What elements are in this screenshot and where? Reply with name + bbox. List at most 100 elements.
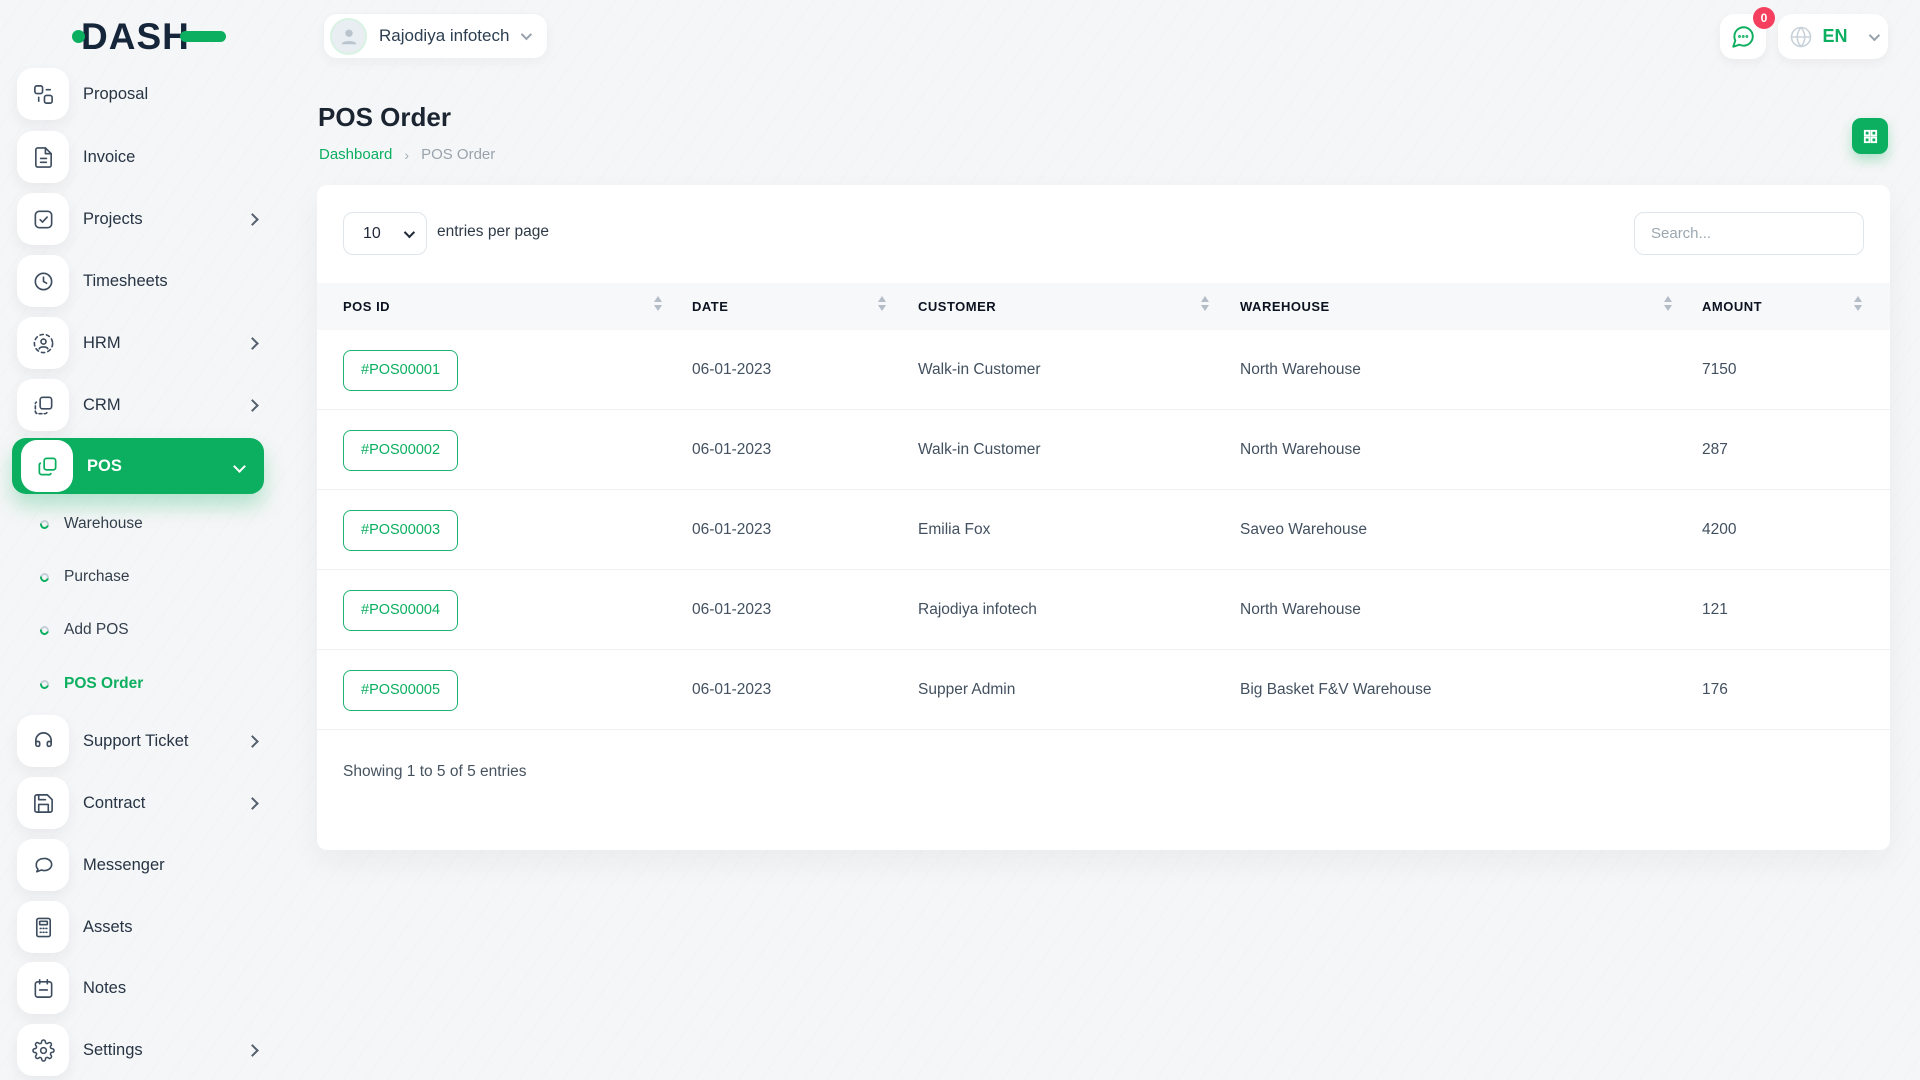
- sort-icon: [878, 296, 886, 311]
- search-input[interactable]: [1634, 212, 1864, 255]
- customer-cell: Walk-in Customer: [918, 361, 1041, 378]
- sidebar-item-label: Projects: [83, 209, 143, 228]
- customer-cell: Supper Admin: [918, 681, 1016, 698]
- sidebar-item-label: Assets: [83, 917, 133, 936]
- sidebar-item-label: Notes: [83, 978, 127, 997]
- chevron-right-icon: [246, 734, 259, 748]
- sidebar-item-settings[interactable]: Settings: [17, 1024, 273, 1076]
- timesheets-icon: [17, 255, 69, 307]
- language-selector[interactable]: EN: [1778, 14, 1888, 59]
- pos-id-link[interactable]: #POS00004: [343, 589, 459, 631]
- support-ticket-icon: [17, 715, 69, 767]
- sidebar-item-support-ticket[interactable]: Support Ticket: [17, 715, 273, 767]
- gear-icon: [17, 1024, 69, 1076]
- crm-icon: [17, 379, 69, 431]
- logo-dash-icon: [179, 31, 226, 42]
- sidebar-item-notes[interactable]: Notes: [17, 962, 273, 1014]
- sidebar-item-contract[interactable]: Contract: [17, 777, 273, 829]
- column-header-customer[interactable]: CUSTOMER: [918, 283, 996, 330]
- sidebar-subitem-label: Purchase: [64, 568, 130, 585]
- customer-cell: Walk-in Customer: [918, 441, 1041, 458]
- sidebar-item-label: Invoice: [83, 147, 136, 166]
- bullet-icon: [38, 570, 51, 584]
- chevron-down-icon: [521, 28, 533, 41]
- chevron-right-icon: [246, 336, 259, 350]
- sidebar-item-label: HRM: [83, 333, 121, 352]
- grid-icon: [1862, 128, 1879, 145]
- date-cell: 06-01-2023: [692, 441, 772, 458]
- proposal-icon: [17, 68, 69, 120]
- sidebar-item-label: Contract: [83, 793, 146, 812]
- breadcrumb-dashboard-link[interactable]: Dashboard: [319, 146, 392, 163]
- sidebar-subitem-label: POS Order: [64, 675, 144, 692]
- sidebar-item-messenger[interactable]: Messenger: [17, 839, 273, 891]
- sidebar-item-assets[interactable]: Assets: [17, 901, 273, 953]
- sidebar-subitem-add-pos[interactable]: Add POS: [38, 613, 260, 647]
- sidebar-item-crm[interactable]: CRM: [17, 379, 273, 431]
- bullet-icon: [38, 677, 51, 691]
- brand-logo[interactable]: DASH: [72, 18, 226, 55]
- amount-cell: 4200: [1702, 521, 1737, 538]
- pos-id-link[interactable]: #POS00005: [343, 669, 459, 711]
- column-header-date[interactable]: DATE: [692, 283, 728, 330]
- avatar: [330, 17, 367, 55]
- chevron-right-icon: [246, 212, 259, 226]
- invoice-icon: [17, 131, 69, 183]
- amount-cell: 176: [1702, 681, 1728, 698]
- chevron-right-icon: [246, 398, 259, 412]
- chevron-down-icon: [403, 226, 416, 238]
- column-header-amount[interactable]: AMOUNT: [1702, 283, 1762, 330]
- assets-icon: [17, 901, 69, 953]
- breadcrumb-separator: ›: [404, 146, 410, 163]
- sidebar-item-proposal[interactable]: Proposal: [17, 68, 273, 120]
- pos-id-link[interactable]: #POS00003: [343, 509, 459, 551]
- amount-cell: 7150: [1702, 361, 1737, 378]
- messenger-icon: [17, 839, 69, 891]
- sidebar-item-invoice[interactable]: Invoice: [17, 131, 273, 183]
- sidebar-item-pos[interactable]: POS: [12, 438, 264, 494]
- pos-icon: [21, 440, 73, 492]
- sidebar-item-timesheets[interactable]: Timesheets: [17, 255, 273, 307]
- pos-order-card: 10 entries per page POS ID DATE CUSTOMER…: [317, 185, 1890, 850]
- sidebar-subitem-purchase[interactable]: Purchase: [38, 560, 260, 594]
- company-selector[interactable]: Rajodiya infotech: [323, 13, 549, 59]
- date-cell: 06-01-2023: [692, 361, 772, 378]
- table-row: #POS00005 06-01-2023 Supper Admin Big Ba…: [317, 650, 1890, 730]
- sidebar-item-hrm[interactable]: HRM: [17, 317, 273, 369]
- notes-icon: [17, 962, 69, 1014]
- column-header-warehouse[interactable]: WAREHOUSE: [1240, 283, 1330, 330]
- warehouse-cell: Big Basket F&V Warehouse: [1240, 681, 1432, 698]
- date-cell: 06-01-2023: [692, 601, 772, 618]
- notification-badge: 0: [1753, 7, 1775, 29]
- sidebar-item-label: Support Ticket: [83, 731, 189, 750]
- language-code: EN: [1822, 26, 1848, 46]
- sidebar-item-label: POS: [87, 456, 122, 475]
- table-row: #POS00002 06-01-2023 Walk-in Customer No…: [317, 410, 1890, 490]
- chevron-down-icon: [1868, 29, 1880, 41]
- table-row: #POS00003 06-01-2023 Emilia Fox Saveo Wa…: [317, 490, 1890, 570]
- bullet-icon: [38, 517, 51, 531]
- column-header-pos-id[interactable]: POS ID: [343, 283, 390, 330]
- sort-icon: [1854, 296, 1862, 311]
- customer-cell: Rajodiya infotech: [918, 601, 1037, 618]
- page-size-select[interactable]: 10: [343, 212, 427, 255]
- sidebar-subitem-warehouse[interactable]: Warehouse: [38, 507, 260, 541]
- sidebar-subitem-pos-order[interactable]: POS Order: [38, 667, 260, 701]
- chevron-down-icon: [233, 459, 246, 473]
- amount-cell: 287: [1702, 441, 1728, 458]
- sidebar-item-label: Settings: [83, 1040, 143, 1059]
- entries-per-page-label: entries per page: [437, 223, 550, 240]
- date-cell: 06-01-2023: [692, 681, 772, 698]
- logo-dot-icon: [72, 30, 85, 43]
- pos-id-link[interactable]: #POS00001: [343, 349, 459, 391]
- table-footer-status: Showing 1 to 5 of 5 entries: [343, 763, 527, 780]
- sidebar-item-projects[interactable]: Projects: [17, 193, 273, 245]
- logo-text: DASH: [81, 16, 190, 57]
- customer-cell: Emilia Fox: [918, 521, 991, 538]
- company-name: Rajodiya infotech: [379, 26, 510, 45]
- table-header: POS ID DATE CUSTOMER WAREHOUSE AMOUNT: [317, 283, 1890, 330]
- grid-view-button[interactable]: [1852, 118, 1888, 154]
- date-cell: 06-01-2023: [692, 521, 772, 538]
- notifications-button[interactable]: 0: [1720, 7, 1775, 59]
- pos-id-link[interactable]: #POS00002: [343, 429, 459, 471]
